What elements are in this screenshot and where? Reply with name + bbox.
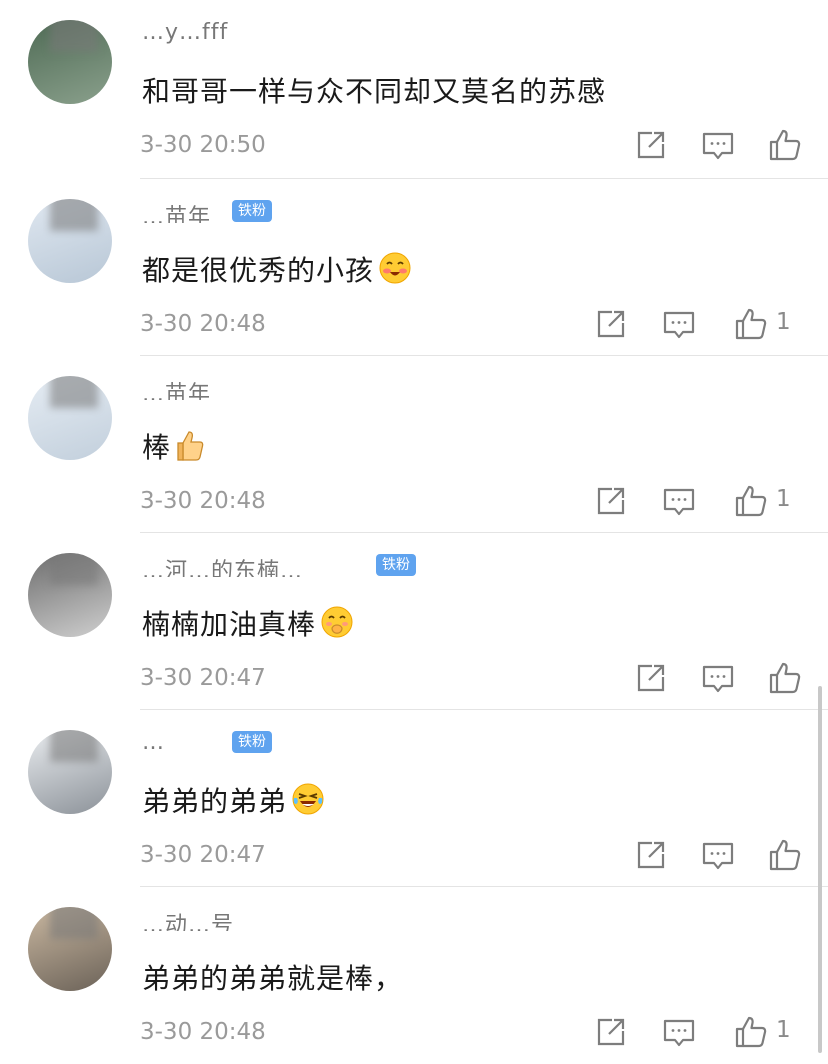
scrollbar[interactable] xyxy=(818,686,822,1053)
avatar[interactable] xyxy=(28,730,112,814)
comment-item[interactable]: …动…号弟弟的弟弟就是棒， 3-30 20:48 1 xyxy=(0,887,828,1064)
fan-badge: 铁粉 xyxy=(232,731,272,753)
comment-actions: 1 xyxy=(594,1015,802,1049)
reply-icon[interactable] xyxy=(701,661,735,695)
comment-text-content: 棒 xyxy=(142,431,172,464)
comment-item[interactable]: … 铁粉弟弟的弟弟 3-30 20:47 xyxy=(0,710,828,887)
username[interactable]: …苗年 xyxy=(142,199,222,223)
comment-text: 棒 xyxy=(142,426,209,466)
avatar[interactable] xyxy=(28,199,112,283)
reply-icon[interactable] xyxy=(662,484,696,518)
like-count: 1 xyxy=(776,486,791,512)
like-icon[interactable] xyxy=(768,838,802,872)
comment-actions xyxy=(634,661,802,695)
avatar[interactable] xyxy=(28,553,112,637)
comment-actions: 1 xyxy=(594,484,802,518)
comment-text: 楠楠加油真棒 xyxy=(142,603,354,643)
comment-timestamp: 3-30 20:47 xyxy=(140,842,266,868)
like-icon[interactable] xyxy=(734,307,768,341)
comment-timestamp: 3-30 20:48 xyxy=(140,1019,266,1045)
comment-text: 都是很优秀的小孩 xyxy=(142,249,412,289)
share-icon[interactable] xyxy=(594,484,628,518)
username[interactable]: …y…fff xyxy=(142,20,252,44)
laugh-tears-emoji xyxy=(287,783,325,818)
comment-timestamp: 3-30 20:48 xyxy=(140,488,266,514)
comment-text-content: 弟弟的弟弟就是棒， xyxy=(142,962,404,995)
comment-text: 弟弟的弟弟就是棒， xyxy=(142,957,403,997)
comment-text-content: 都是很优秀的小孩 xyxy=(142,254,375,287)
blush-smile-emoji xyxy=(374,252,412,287)
comment-timestamp: 3-30 20:50 xyxy=(140,132,266,158)
share-icon[interactable] xyxy=(594,307,628,341)
share-icon[interactable] xyxy=(634,661,668,695)
comment-timestamp: 3-30 20:48 xyxy=(140,311,266,337)
username[interactable]: … xyxy=(142,730,212,754)
comment-actions xyxy=(634,128,802,162)
like-count: 1 xyxy=(776,1017,791,1043)
share-icon[interactable] xyxy=(634,128,668,162)
reply-icon[interactable] xyxy=(701,838,735,872)
comment-item[interactable]: …苗年 铁粉都是很优秀的小孩 3-30 20:48 1 xyxy=(0,179,828,356)
fan-badge: 铁粉 xyxy=(376,554,416,576)
share-icon[interactable] xyxy=(594,1015,628,1049)
like-count: 1 xyxy=(776,309,791,335)
username[interactable]: …河…的东楠… xyxy=(142,553,342,577)
fan-badge: 铁粉 xyxy=(232,200,272,222)
comment-item[interactable]: …y…fff 和哥哥一样与众不同却又莫名的苏感 3-30 20:50 xyxy=(0,0,828,179)
thumbs-up-emoji xyxy=(171,431,209,464)
comment-list: …y…fff 和哥哥一样与众不同却又莫名的苏感 3-30 20:50 …苗年 铁粉 都是很… xyxy=(0,0,828,1064)
username[interactable]: …动…号 xyxy=(142,907,292,931)
comment-actions: 1 xyxy=(594,307,802,341)
comment-text-content: 楠楠加油真棒 xyxy=(142,608,317,641)
comment-text-content: 和哥哥一样与众不同却又莫名的苏感 xyxy=(142,75,607,108)
comment-text: 弟弟的弟弟 xyxy=(142,780,325,820)
share-icon[interactable] xyxy=(634,838,668,872)
like-icon[interactable] xyxy=(768,128,802,162)
reply-icon[interactable] xyxy=(662,1015,696,1049)
reply-icon[interactable] xyxy=(701,128,735,162)
comment-item[interactable]: …河…的东楠… 铁粉楠楠加油真棒 3-30 20:47 xyxy=(0,533,828,710)
reply-icon[interactable] xyxy=(662,307,696,341)
like-icon[interactable] xyxy=(734,484,768,518)
comment-text: 和哥哥一样与众不同却又莫名的苏感 xyxy=(142,70,606,110)
comment-timestamp: 3-30 20:47 xyxy=(140,665,266,691)
shush-face-emoji xyxy=(316,606,354,641)
username[interactable]: …苗年 xyxy=(142,376,232,400)
avatar[interactable] xyxy=(28,376,112,460)
like-icon[interactable] xyxy=(734,1015,768,1049)
comment-text-content: 弟弟的弟弟 xyxy=(142,785,288,818)
like-icon[interactable] xyxy=(768,661,802,695)
comment-item[interactable]: …苗年棒 3-30 20:48 1 xyxy=(0,356,828,533)
avatar[interactable] xyxy=(28,20,112,104)
avatar[interactable] xyxy=(28,907,112,991)
comment-actions xyxy=(634,838,802,872)
